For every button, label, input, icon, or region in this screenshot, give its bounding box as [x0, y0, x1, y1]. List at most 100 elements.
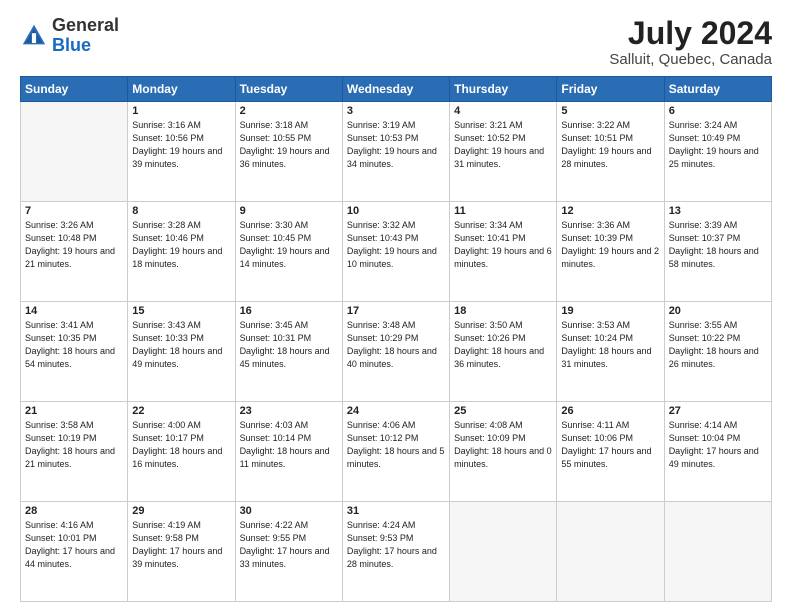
day-info: Sunrise: 4:08 AMSunset: 10:09 PMDaylight…: [454, 419, 552, 471]
day-number: 31: [347, 505, 445, 517]
calendar-cell: 26Sunrise: 4:11 AMSunset: 10:06 PMDaylig…: [557, 402, 664, 502]
calendar-weekday: Tuesday: [235, 77, 342, 102]
day-info: Sunrise: 4:24 AMSunset: 9:53 PMDaylight:…: [347, 519, 445, 571]
day-number: 12: [561, 205, 659, 217]
calendar-cell: 4Sunrise: 3:21 AMSunset: 10:52 PMDayligh…: [450, 102, 557, 202]
calendar-cell: 17Sunrise: 3:48 AMSunset: 10:29 PMDaylig…: [342, 302, 449, 402]
calendar-cell: 18 Sunrise: 3:50 AMSunset: 10:26 PMDaylig…: [450, 302, 557, 402]
day-info: Sunrise: 4:00 AMSunset: 10:17 PMDaylight…: [132, 419, 230, 471]
day-info: Sunrise: 3:32 AMSunset: 10:43 PMDaylight…: [347, 219, 445, 271]
calendar-cell: 31 Sunrise: 4:24 AMSunset: 9:53 PMDayligh…: [342, 502, 449, 602]
logo-general: General: [52, 15, 119, 35]
calendar-weekday: Thursday: [450, 77, 557, 102]
day-number: 21: [25, 405, 123, 417]
day-info: Sunrise: 4:19 AMSunset: 9:58 PMDaylight:…: [132, 519, 230, 571]
day-info: Sunrise: 3:22 AMSunset: 10:51 PMDaylight…: [561, 119, 659, 171]
calendar-week-row: 21 Sunrise: 3:58 AMSunset: 10:19 PMDaylig…: [21, 402, 772, 502]
day-info: Sunrise: 3:45 AMSunset: 10:31 PMDaylight…: [240, 319, 338, 371]
calendar-cell: 10 Sunrise: 3:32 AMSunset: 10:43 PMDaylig…: [342, 202, 449, 302]
day-number: 16: [240, 305, 338, 317]
page: General Blue July 2024 Salluit, Quebec, …: [0, 0, 792, 612]
day-info: Sunrise: 4:03 AMSunset: 10:14 PMDaylight…: [240, 419, 338, 471]
subtitle: Salluit, Quebec, Canada: [609, 51, 772, 68]
day-info: Sunrise: 3:18 AMSunset: 10:55 PMDaylight…: [240, 119, 338, 171]
day-number: 9: [240, 205, 338, 217]
calendar-cell: 22 Sunrise: 4:00 AMSunset: 10:17 PMDaylig…: [128, 402, 235, 502]
calendar-cell: 29 Sunrise: 4:19 AMSunset: 9:58 PMDayligh…: [128, 502, 235, 602]
calendar-table: SundayMondayTuesdayWednesdayThursdayFrid…: [20, 76, 772, 602]
day-number: 4: [454, 105, 552, 117]
day-info: Sunrise: 3:43 AMSunset: 10:33 PMDaylight…: [132, 319, 230, 371]
logo-icon: [20, 22, 48, 50]
day-number: 2: [240, 105, 338, 117]
day-info: Sunrise: 4:22 AMSunset: 9:55 PMDaylight:…: [240, 519, 338, 571]
day-number: 20: [669, 305, 767, 317]
day-number: 13: [669, 205, 767, 217]
main-title: July 2024: [609, 16, 772, 51]
calendar-cell: 13 Sunrise: 3:39 AMSunset: 10:37 PMDaylig…: [664, 202, 771, 302]
day-number: 7: [25, 205, 123, 217]
calendar-cell: 24Sunrise: 4:06 AMSunset: 10:12 PMDaylig…: [342, 402, 449, 502]
header: General Blue July 2024 Salluit, Quebec, …: [20, 16, 772, 68]
day-number: 5: [561, 105, 659, 117]
day-number: 8: [132, 205, 230, 217]
day-number: 25: [454, 405, 552, 417]
day-number: 6: [669, 105, 767, 117]
day-number: 3: [347, 105, 445, 117]
calendar-header-row: SundayMondayTuesdayWednesdayThursdayFrid…: [21, 77, 772, 102]
day-number: 1: [132, 105, 230, 117]
calendar-weekday: Wednesday: [342, 77, 449, 102]
day-number: 28: [25, 505, 123, 517]
day-info: Sunrise: 3:36 AMSunset: 10:39 PMDaylight…: [561, 219, 659, 271]
day-number: 17: [347, 305, 445, 317]
calendar-cell: 28Sunrise: 4:16 AMSunset: 10:01 PMDaylig…: [21, 502, 128, 602]
logo-text: General Blue: [52, 16, 119, 56]
day-number: 22: [132, 405, 230, 417]
calendar-cell: 6 Sunrise: 3:24 AMSunset: 10:49 PMDayligh…: [664, 102, 771, 202]
day-info: Sunrise: 3:41 AMSunset: 10:35 PMDaylight…: [25, 319, 123, 371]
day-info: Sunrise: 3:50 AMSunset: 10:26 PMDaylight…: [454, 319, 552, 371]
day-info: Sunrise: 4:06 AMSunset: 10:12 PMDaylight…: [347, 419, 445, 471]
day-info: Sunrise: 3:34 AMSunset: 10:41 PMDaylight…: [454, 219, 552, 271]
calendar-cell: 14 Sunrise: 3:41 AMSunset: 10:35 PMDaylig…: [21, 302, 128, 402]
calendar-cell: [21, 102, 128, 202]
calendar-week-row: 28Sunrise: 4:16 AMSunset: 10:01 PMDaylig…: [21, 502, 772, 602]
day-number: 10: [347, 205, 445, 217]
day-info: Sunrise: 3:26 AMSunset: 10:48 PMDaylight…: [25, 219, 123, 271]
day-info: Sunrise: 4:11 AMSunset: 10:06 PMDaylight…: [561, 419, 659, 471]
calendar-cell: 23 Sunrise: 4:03 AMSunset: 10:14 PMDaylig…: [235, 402, 342, 502]
calendar-cell: 3 Sunrise: 3:19 AMSunset: 10:53 PMDayligh…: [342, 102, 449, 202]
calendar-cell: [450, 502, 557, 602]
day-number: 14: [25, 305, 123, 317]
day-number: 23: [240, 405, 338, 417]
day-number: 19: [561, 305, 659, 317]
calendar-cell: 11Sunrise: 3:34 AMSunset: 10:41 PMDaylig…: [450, 202, 557, 302]
calendar-cell: 2 Sunrise: 3:18 AMSunset: 10:55 PMDayligh…: [235, 102, 342, 202]
calendar-week-row: 1 Sunrise: 3:16 AMSunset: 10:56 PMDayligh…: [21, 102, 772, 202]
calendar-cell: 7 Sunrise: 3:26 AMSunset: 10:48 PMDayligh…: [21, 202, 128, 302]
day-info: Sunrise: 3:58 AMSunset: 10:19 PMDaylight…: [25, 419, 123, 471]
day-number: 29: [132, 505, 230, 517]
calendar-cell: 5 Sunrise: 3:22 AMSunset: 10:51 PMDayligh…: [557, 102, 664, 202]
calendar-cell: 16 Sunrise: 3:45 AMSunset: 10:31 PMDaylig…: [235, 302, 342, 402]
day-info: Sunrise: 3:53 AMSunset: 10:24 PMDaylight…: [561, 319, 659, 371]
calendar-weekday: Sunday: [21, 77, 128, 102]
calendar-cell: 15Sunrise: 3:43 AMSunset: 10:33 PMDaylig…: [128, 302, 235, 402]
calendar-week-row: 14 Sunrise: 3:41 AMSunset: 10:35 PMDaylig…: [21, 302, 772, 402]
day-number: 27: [669, 405, 767, 417]
day-info: Sunrise: 3:39 AMSunset: 10:37 PMDaylight…: [669, 219, 767, 271]
day-info: Sunrise: 3:24 AMSunset: 10:49 PMDaylight…: [669, 119, 767, 171]
calendar-cell: 19 Sunrise: 3:53 AMSunset: 10:24 PMDaylig…: [557, 302, 664, 402]
calendar-weekday: Friday: [557, 77, 664, 102]
day-info: Sunrise: 3:28 AMSunset: 10:46 PMDaylight…: [132, 219, 230, 271]
calendar-cell: 21 Sunrise: 3:58 AMSunset: 10:19 PMDaylig…: [21, 402, 128, 502]
calendar-cell: 30Sunrise: 4:22 AMSunset: 9:55 PMDayligh…: [235, 502, 342, 602]
day-info: Sunrise: 4:14 AMSunset: 10:04 PMDaylight…: [669, 419, 767, 471]
calendar-cell: 27 Sunrise: 4:14 AMSunset: 10:04 PMDaylig…: [664, 402, 771, 502]
calendar-week-row: 7 Sunrise: 3:26 AMSunset: 10:48 PMDayligh…: [21, 202, 772, 302]
day-info: Sunrise: 3:16 AMSunset: 10:56 PMDaylight…: [132, 119, 230, 171]
day-number: 18: [454, 305, 552, 317]
title-block: July 2024 Salluit, Quebec, Canada: [609, 16, 772, 68]
day-info: Sunrise: 3:19 AMSunset: 10:53 PMDaylight…: [347, 119, 445, 171]
calendar-weekday: Monday: [128, 77, 235, 102]
